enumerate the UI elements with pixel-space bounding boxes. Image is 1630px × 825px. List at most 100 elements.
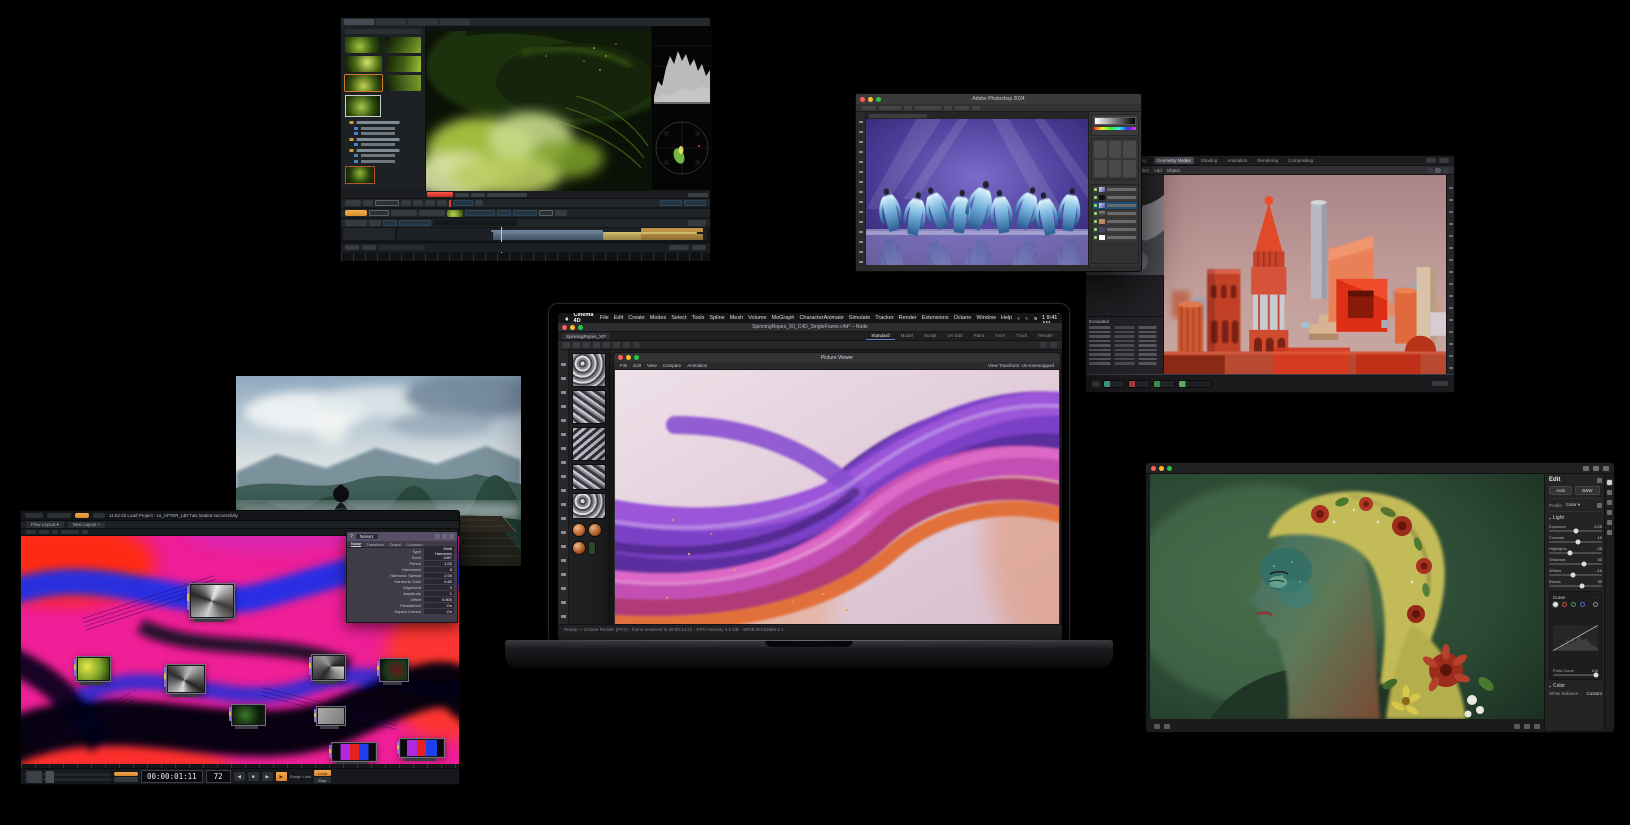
status-chip[interactable] bbox=[93, 513, 105, 518]
layer-row[interactable] bbox=[1093, 234, 1137, 241]
menu-item[interactable]: Help bbox=[1001, 315, 1012, 321]
notes-button[interactable] bbox=[114, 777, 138, 782]
cinema4d-title-bar[interactable]: SpinningRopes_X0_C4D_SingleFrame.c4d* – … bbox=[558, 323, 1062, 332]
versions-icon[interactable] bbox=[1607, 530, 1612, 535]
node-thumbnail[interactable] bbox=[74, 656, 111, 685]
shading-mode-icon[interactable] bbox=[1435, 167, 1441, 173]
gradient-panel[interactable] bbox=[1091, 114, 1139, 136]
option-button[interactable] bbox=[383, 220, 397, 226]
node-thumbnail[interactable] bbox=[377, 658, 409, 685]
cloud-sync-icon[interactable] bbox=[1583, 465, 1589, 471]
node-thumbnail[interactable] bbox=[329, 742, 377, 765]
property-value[interactable]: 0 bbox=[424, 584, 454, 590]
slider-track[interactable] bbox=[1549, 572, 1602, 578]
menu-item[interactable]: Render bbox=[899, 315, 917, 321]
loop-button[interactable]: Loop bbox=[314, 770, 331, 776]
menu-item[interactable]: Mesh bbox=[730, 315, 743, 321]
menu-item[interactable]: Volume bbox=[748, 315, 766, 321]
workspace-tab[interactable]: Rendering bbox=[1254, 157, 1281, 164]
menu-item[interactable]: Create bbox=[628, 315, 645, 321]
grading-tab[interactable] bbox=[344, 19, 374, 25]
timecode-field[interactable] bbox=[453, 200, 473, 206]
layer-row[interactable] bbox=[1093, 194, 1137, 201]
timeline-clip[interactable] bbox=[493, 234, 603, 240]
status-alert-chip[interactable] bbox=[75, 513, 89, 518]
viewport-tool-rail[interactable] bbox=[1446, 175, 1454, 374]
profile-value[interactable]: Color ▾ bbox=[1566, 502, 1580, 508]
material-sphere[interactable] bbox=[572, 523, 586, 537]
workspace-tab[interactable]: Compositing bbox=[1285, 157, 1316, 164]
status-button[interactable] bbox=[692, 245, 706, 250]
healing-icon[interactable] bbox=[1607, 500, 1612, 505]
property-value[interactable]: 8 bbox=[424, 566, 454, 572]
properties-tab[interactable]: Transform bbox=[366, 542, 384, 547]
document-tab[interactable] bbox=[866, 112, 1088, 119]
clip-thumbnail-selected[interactable] bbox=[345, 95, 381, 117]
toolbar-icon[interactable] bbox=[633, 342, 640, 348]
slider-knob[interactable] bbox=[1567, 550, 1573, 556]
timecode-display[interactable]: 00:00:01:11 bbox=[141, 770, 203, 783]
tool-option[interactable] bbox=[972, 105, 980, 110]
node-thumbnail[interactable] bbox=[314, 706, 346, 729]
strip-button[interactable] bbox=[487, 192, 527, 197]
profile-browser-icon[interactable] bbox=[1597, 502, 1602, 508]
effect-button[interactable] bbox=[465, 210, 495, 216]
masking-icon[interactable] bbox=[1607, 510, 1612, 515]
status-chip[interactable] bbox=[47, 513, 71, 518]
slider-track[interactable] bbox=[1549, 561, 1602, 567]
more-options-icon[interactable] bbox=[1534, 724, 1540, 729]
grading-tab[interactable] bbox=[408, 19, 438, 25]
channel-red-icon[interactable] bbox=[1562, 602, 1567, 607]
option-button[interactable] bbox=[369, 220, 381, 226]
texture-thumbnail[interactable] bbox=[572, 464, 606, 490]
properties-header[interactable]: ? Noise1 bbox=[347, 532, 457, 541]
tool-option[interactable] bbox=[955, 105, 969, 110]
viewlayer-selector[interactable] bbox=[1439, 158, 1449, 163]
toolbar-icon[interactable] bbox=[573, 342, 580, 348]
timecode-mode-button[interactable] bbox=[114, 771, 138, 776]
node-chip[interactable] bbox=[1178, 379, 1212, 388]
slider-knob[interactable] bbox=[1570, 572, 1576, 578]
property-value[interactable]: On bbox=[424, 608, 454, 614]
toolbar-icon[interactable] bbox=[583, 342, 590, 348]
channel-rgb-icon[interactable] bbox=[1552, 601, 1559, 608]
node-chip[interactable] bbox=[1153, 379, 1175, 388]
toolbar-icon[interactable] bbox=[603, 342, 610, 348]
layer-row-selected[interactable] bbox=[1093, 202, 1137, 209]
status-button[interactable] bbox=[345, 245, 359, 250]
menu-item[interactable]: Octane bbox=[954, 315, 972, 321]
adjustment-slider[interactable]: Whites -10 bbox=[1549, 568, 1602, 578]
toolbar-icon[interactable] bbox=[39, 530, 49, 534]
edit-icon[interactable] bbox=[435, 534, 440, 539]
visibility-icon[interactable] bbox=[1094, 204, 1097, 207]
loop-button[interactable] bbox=[437, 200, 447, 206]
texture-thumbnail[interactable] bbox=[572, 493, 606, 519]
clip-thumbnail[interactable] bbox=[345, 37, 382, 53]
viewport-menu-item[interactable]: Object bbox=[1167, 168, 1180, 173]
layout-tab[interactable]: Standard bbox=[866, 332, 895, 340]
toolbar-icon[interactable] bbox=[1050, 342, 1057, 348]
point-curve-knob[interactable] bbox=[1593, 672, 1599, 678]
tool-button[interactable] bbox=[363, 200, 373, 206]
option-button[interactable] bbox=[688, 220, 706, 226]
effect-button[interactable] bbox=[369, 210, 389, 216]
curve-expand-icon[interactable]: ⋯ bbox=[1594, 595, 1598, 600]
3d-viewport[interactable] bbox=[1164, 175, 1446, 374]
layout-tab[interactable]: Anim bbox=[990, 332, 1010, 340]
menu-item[interactable]: Tracker bbox=[875, 315, 893, 321]
layout-tab[interactable]: Flow Layout ▾ bbox=[26, 521, 64, 528]
property-value[interactable]: 2.00 bbox=[424, 572, 454, 578]
pin-icon[interactable] bbox=[442, 534, 447, 539]
picture-viewer-title-bar[interactable]: Picture Viewer bbox=[614, 353, 1060, 362]
toolbar[interactable] bbox=[856, 112, 866, 266]
stop-mode-button[interactable]: Stop bbox=[314, 777, 331, 783]
clip-thumbnail[interactable] bbox=[384, 56, 421, 72]
cinema4d-tool-rail[interactable] bbox=[558, 350, 569, 624]
toolbar-icon[interactable] bbox=[61, 530, 79, 534]
menu-item[interactable]: Character bbox=[799, 315, 823, 321]
toolbar-icon[interactable] bbox=[623, 342, 630, 348]
texture-thumbnail[interactable] bbox=[572, 390, 606, 424]
option-button[interactable] bbox=[345, 220, 367, 226]
name-field[interactable] bbox=[433, 220, 517, 226]
menu-item[interactable]: MoGraph bbox=[772, 315, 795, 321]
